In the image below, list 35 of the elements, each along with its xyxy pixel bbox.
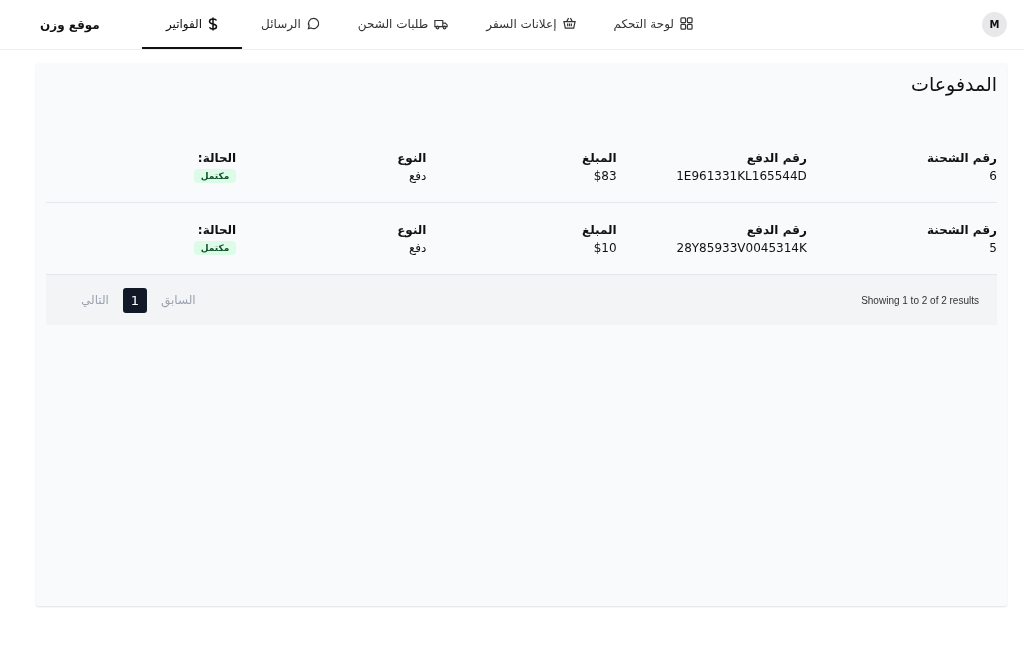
dollar-icon [208,16,219,31]
nav-tab[interactable]: طلبات الشحن [338,0,468,49]
chat-icon [306,17,320,30]
field-label: المبلغ [581,223,617,237]
status-badge: مكتمل [193,241,237,255]
field-label: الحالة: [197,223,237,237]
field-label: رقم الشحنة [927,151,997,165]
field-label: رقم الدفع [746,223,807,237]
site-name[interactable]: موقع وزن [40,17,100,32]
nav-tab[interactable]: إعلانات السفر [467,0,595,49]
field-value: 6 [989,169,997,183]
field-value: 5 [989,241,997,255]
nav-tab[interactable]: الرسائل [242,0,339,49]
status-badge: مكتمل [193,169,237,183]
page-button[interactable]: 1 [122,287,147,313]
field-value: $83 [593,169,617,183]
field-value: $10 [593,241,617,255]
grid-icon [680,17,693,30]
field-label: النوع [397,223,427,237]
page-title: المدفوعات [910,73,997,98]
field-label: رقم الشحنة [927,223,997,237]
field-value: 28Y85933V0045314K [676,241,807,255]
field-value: 1E961331KL165544D [676,169,807,183]
nav-tab[interactable]: لوحة التحكم [594,0,712,49]
field-label: المبلغ [581,151,617,165]
field-label: النوع [397,151,427,165]
field-label: رقم الدفع [746,151,807,165]
field-label: الحالة: [197,151,237,165]
basket-icon [562,17,576,30]
truck-icon [434,17,449,30]
nav-tab[interactable]: الفواتير [141,0,243,49]
field-value: دفع [408,169,427,183]
field-value: دفع [408,241,427,255]
results-summary: Showing 1 to 2 of 2 results [861,294,979,306]
avatar[interactable]: M [982,12,1007,37]
